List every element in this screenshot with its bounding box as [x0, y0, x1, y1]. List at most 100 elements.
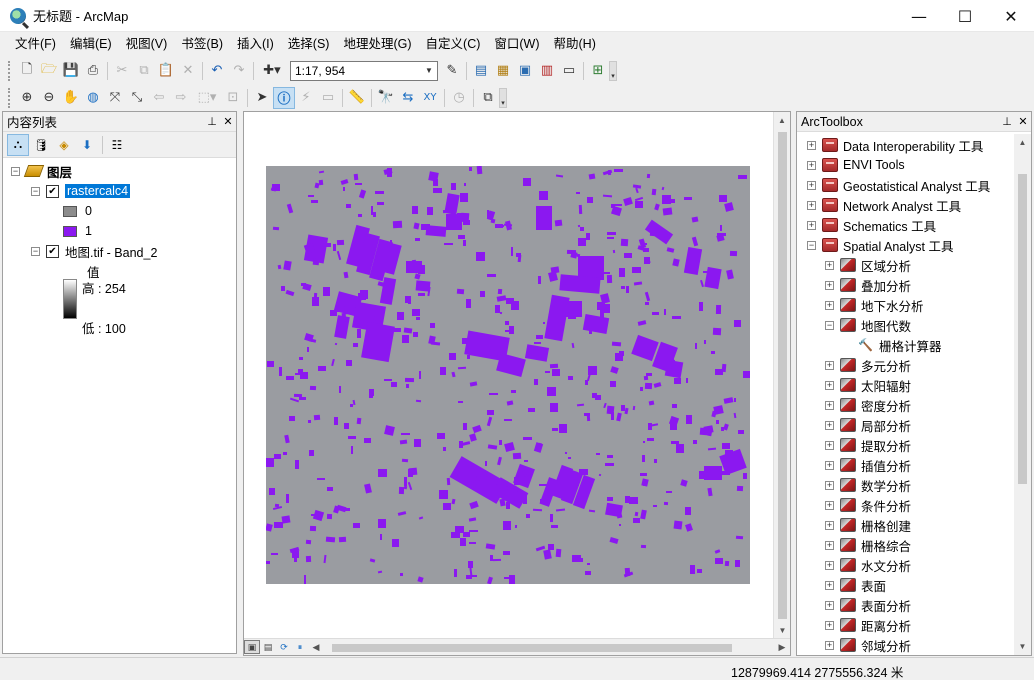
catalog-icon[interactable]: ▦: [492, 60, 514, 82]
map-view[interactable]: ▲ ▼ ▣ ▤ ⟳ ⏸ ◀ ▶: [243, 111, 791, 656]
new-document-icon[interactable]: 🗋: [16, 60, 38, 82]
toolbox-item-row[interactable]: − 地图代数: [825, 316, 911, 334]
expand-icon[interactable]: +: [825, 280, 834, 290]
redo-icon[interactable]: ↷: [228, 60, 250, 82]
menu-insert[interactable]: 插入(I): [230, 32, 281, 57]
data-view-icon[interactable]: ▣: [244, 640, 260, 654]
editor-toolbar-icon[interactable]: ✎: [441, 60, 463, 82]
layer-row-rastercalc4[interactable]: − ✔ rastercalc4: [31, 182, 131, 200]
expand-icon[interactable]: +: [807, 220, 816, 230]
pin-icon[interactable]: ⊥: [999, 115, 1015, 128]
toolbox-item-row[interactable]: + 条件分析: [825, 496, 911, 514]
scroll-thumb[interactable]: [1018, 174, 1027, 484]
menu-customize[interactable]: 自定义(C): [419, 32, 488, 57]
menu-edit[interactable]: 编辑(E): [63, 32, 119, 57]
toolbox-item-row[interactable]: − Spatial Analyst 工具: [807, 236, 953, 254]
collapse-icon[interactable]: −: [11, 166, 20, 176]
toolbox-item-row[interactable]: + 地下水分析: [825, 296, 924, 314]
expand-icon[interactable]: +: [825, 560, 834, 570]
list-by-drawing-order-icon[interactable]: ⛬: [7, 133, 29, 156]
add-data-icon[interactable]: ✚▾: [257, 60, 287, 82]
toolbox-item-row[interactable]: + 表面分析: [825, 596, 911, 614]
expand-icon[interactable]: +: [825, 420, 834, 430]
expand-icon[interactable]: +: [825, 500, 834, 510]
python-window-icon[interactable]: ▭: [558, 60, 580, 82]
back-extent-icon[interactable]: ⇦: [148, 87, 170, 109]
scroll-left-icon[interactable]: ◀: [308, 642, 324, 653]
toolbox-item-row[interactable]: + 提取分析: [825, 436, 911, 454]
fixed-zoom-in-icon[interactable]: ⤧: [104, 87, 126, 109]
toolbox-item-row[interactable]: + 邻域分析: [825, 636, 911, 654]
toolbox-item-row[interactable]: + 表面: [825, 576, 886, 594]
chevron-down-icon[interactable]: ▼: [421, 62, 437, 80]
close-button[interactable]: ✕: [988, 0, 1034, 32]
layers-root-row[interactable]: − 图层: [11, 162, 72, 180]
toolbox-item-row[interactable]: 🔨 栅格计算器: [843, 336, 942, 354]
menu-geoprocessing[interactable]: 地理处理(G): [336, 32, 418, 57]
expand-icon[interactable]: +: [825, 540, 834, 550]
expand-icon[interactable]: +: [825, 600, 834, 610]
layout-view-icon[interactable]: ▤: [260, 640, 276, 654]
toolbox-item-row[interactable]: + 区域分析: [825, 256, 911, 274]
scroll-up-icon[interactable]: ▲: [1014, 134, 1031, 151]
scroll-track[interactable]: [324, 640, 774, 655]
expand-icon[interactable]: +: [825, 380, 834, 390]
scroll-thumb[interactable]: [332, 643, 732, 652]
layer-visibility-checkbox[interactable]: ✔: [46, 184, 59, 198]
expand-icon[interactable]: +: [825, 260, 834, 270]
scroll-down-icon[interactable]: ▼: [774, 622, 791, 639]
expand-icon[interactable]: +: [825, 520, 834, 530]
list-by-selection-icon[interactable]: ⬇: [76, 134, 98, 156]
toolbar-overflow-icon[interactable]: ▾: [609, 60, 617, 81]
forward-extent-icon[interactable]: ⇨: [170, 87, 192, 109]
toolbox-item-row[interactable]: + 数学分析: [825, 476, 911, 494]
expand-icon[interactable]: +: [825, 640, 834, 650]
toolbar-overflow-icon[interactable]: ▾: [499, 87, 507, 108]
collapse-icon[interactable]: −: [825, 320, 834, 330]
raster-map-canvas[interactable]: [266, 166, 750, 584]
toolbox-item-row[interactable]: + 插值分析: [825, 456, 911, 474]
pin-icon[interactable]: ⊥: [204, 115, 220, 128]
toolbox-item-row[interactable]: + Geostatistical Analyst 工具: [807, 176, 990, 194]
toolbox-item-row[interactable]: + Network Analyst 工具: [807, 196, 961, 214]
expand-icon[interactable]: +: [807, 140, 816, 150]
select-features-icon[interactable]: ⬚▾: [192, 87, 222, 109]
toolbox-item-row[interactable]: + 栅格综合: [825, 536, 911, 554]
minimize-button[interactable]: —: [896, 0, 942, 32]
zoom-out-icon[interactable]: ⊖: [38, 87, 60, 109]
toolbox-item-row[interactable]: + 距离分析: [825, 616, 911, 634]
zoom-in-icon[interactable]: ⊕: [16, 87, 38, 109]
toolbox-item-row[interactable]: + 水文分析: [825, 556, 911, 574]
clear-selection-icon[interactable]: ⊡: [222, 87, 244, 109]
arctoolbox-scrollbar[interactable]: ▲ ▼: [1014, 134, 1031, 655]
layer-visibility-checkbox[interactable]: ✔: [46, 244, 59, 258]
layer-name[interactable]: rastercalc4: [65, 184, 131, 198]
expand-icon[interactable]: +: [825, 480, 834, 490]
map-horizontal-scrollbar[interactable]: ◀ ▶: [308, 640, 790, 655]
pan-icon[interactable]: ✋: [60, 87, 82, 109]
find-icon[interactable]: 🔭: [375, 87, 397, 109]
menu-bookmarks[interactable]: 书签(B): [174, 32, 230, 57]
viewer-window-icon[interactable]: ⧉: [477, 87, 499, 109]
measure-icon[interactable]: 📏: [346, 87, 368, 109]
find-route-icon[interactable]: ⇆: [397, 87, 419, 109]
toolbox-item-row[interactable]: + 多元分析: [825, 356, 911, 374]
expand-icon[interactable]: +: [825, 360, 834, 370]
html-popup-icon[interactable]: ▭: [317, 87, 339, 109]
list-by-source-icon[interactable]: 🛢: [30, 134, 52, 156]
menu-windows[interactable]: 窗口(W): [487, 32, 546, 57]
scroll-right-icon[interactable]: ▶: [774, 642, 790, 653]
expand-icon[interactable]: +: [807, 200, 816, 210]
menu-view[interactable]: 视图(V): [119, 32, 175, 57]
list-by-visibility-icon[interactable]: ◈: [53, 134, 75, 156]
toolbar-grip[interactable]: [8, 87, 12, 108]
toolbox-item-row[interactable]: + ENVI Tools: [807, 156, 905, 174]
table-of-contents-icon[interactable]: ▤: [470, 60, 492, 82]
toolbox-item-row[interactable]: + 叠加分析: [825, 276, 911, 294]
maximize-button[interactable]: ☐: [942, 0, 988, 32]
map-vertical-scrollbar[interactable]: ▲ ▼: [773, 112, 790, 639]
refresh-icon[interactable]: ⟳: [276, 640, 292, 654]
select-elements-icon[interactable]: ➤: [251, 87, 273, 109]
collapse-icon[interactable]: −: [807, 240, 816, 250]
save-icon[interactable]: 💾: [60, 60, 82, 82]
